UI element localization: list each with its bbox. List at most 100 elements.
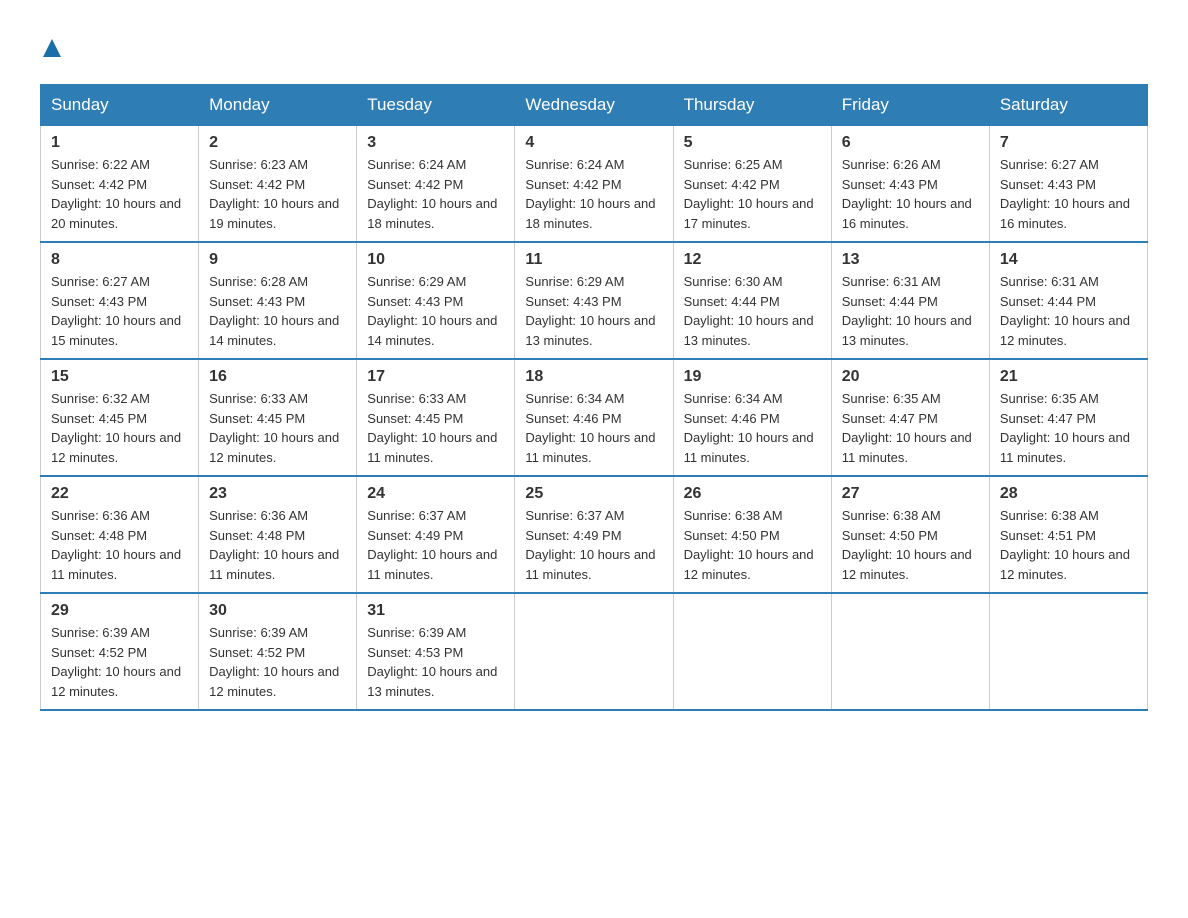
day-number: 10	[367, 251, 504, 269]
day-number: 7	[1000, 134, 1137, 152]
weekday-header-saturday: Saturday	[989, 85, 1147, 126]
day-number: 22	[51, 485, 188, 503]
calendar-week-row: 29 Sunrise: 6:39 AMSunset: 4:52 PMDayligh…	[41, 593, 1148, 710]
day-info: Sunrise: 6:37 AMSunset: 4:49 PMDaylight:…	[367, 506, 504, 584]
day-info: Sunrise: 6:36 AMSunset: 4:48 PMDaylight:…	[209, 506, 346, 584]
calendar-cell: 15 Sunrise: 6:32 AMSunset: 4:45 PMDayligh…	[41, 359, 199, 476]
day-number: 3	[367, 134, 504, 152]
day-number: 19	[684, 368, 821, 386]
day-number: 31	[367, 602, 504, 620]
day-number: 1	[51, 134, 188, 152]
day-number: 17	[367, 368, 504, 386]
day-number: 16	[209, 368, 346, 386]
day-number: 9	[209, 251, 346, 269]
calendar-cell: 20 Sunrise: 6:35 AMSunset: 4:47 PMDayligh…	[831, 359, 989, 476]
day-number: 25	[525, 485, 662, 503]
weekday-header-sunday: Sunday	[41, 85, 199, 126]
day-number: 20	[842, 368, 979, 386]
calendar-cell: 25Sunrise: 6:37 AMSunset: 4:49 PMDayligh…	[515, 476, 673, 593]
calendar-cell: 11 Sunrise: 6:29 AMSunset: 4:43 PMDayligh…	[515, 242, 673, 359]
weekday-header-friday: Friday	[831, 85, 989, 126]
day-info: Sunrise: 6:33 AMSunset: 4:45 PMDaylight:…	[367, 389, 504, 467]
day-number: 11	[525, 251, 662, 269]
calendar-cell: 3 Sunrise: 6:24 AMSunset: 4:42 PMDaylight…	[357, 126, 515, 243]
day-info: Sunrise: 6:34 AMSunset: 4:46 PMDaylight:…	[525, 389, 662, 467]
day-number: 29	[51, 602, 188, 620]
day-info: Sunrise: 6:39 AMSunset: 4:52 PMDaylight:…	[209, 623, 346, 701]
calendar-table: SundayMondayTuesdayWednesdayThursdayFrid…	[40, 84, 1148, 711]
calendar-week-row: 8Sunrise: 6:27 AMSunset: 4:43 PMDaylight…	[41, 242, 1148, 359]
calendar-week-row: 15 Sunrise: 6:32 AMSunset: 4:45 PMDayligh…	[41, 359, 1148, 476]
day-info: Sunrise: 6:39 AMSunset: 4:52 PMDaylight:…	[51, 623, 188, 701]
calendar-cell: 29 Sunrise: 6:39 AMSunset: 4:52 PMDayligh…	[41, 593, 199, 710]
weekday-header-monday: Monday	[199, 85, 357, 126]
calendar-cell: 16 Sunrise: 6:33 AMSunset: 4:45 PMDayligh…	[199, 359, 357, 476]
logo-triangle-icon	[41, 30, 63, 62]
day-number: 6	[842, 134, 979, 152]
calendar-cell: 24 Sunrise: 6:37 AMSunset: 4:49 PMDayligh…	[357, 476, 515, 593]
calendar-cell: 9 Sunrise: 6:28 AMSunset: 4:43 PMDaylight…	[199, 242, 357, 359]
day-info: Sunrise: 6:39 AMSunset: 4:53 PMDaylight:…	[367, 623, 504, 701]
calendar-cell: 7 Sunrise: 6:27 AMSunset: 4:43 PMDaylight…	[989, 126, 1147, 243]
day-info: Sunrise: 6:22 AMSunset: 4:42 PMDaylight:…	[51, 155, 188, 233]
calendar-cell: 6Sunrise: 6:26 AMSunset: 4:43 PMDaylight…	[831, 126, 989, 243]
day-number: 15	[51, 368, 188, 386]
calendar-cell: 14 Sunrise: 6:31 AMSunset: 4:44 PMDayligh…	[989, 242, 1147, 359]
calendar-header-row: SundayMondayTuesdayWednesdayThursdayFrid…	[41, 85, 1148, 126]
weekday-header-tuesday: Tuesday	[357, 85, 515, 126]
calendar-cell: 28 Sunrise: 6:38 AMSunset: 4:51 PMDayligh…	[989, 476, 1147, 593]
day-info: Sunrise: 6:31 AMSunset: 4:44 PMDaylight:…	[1000, 272, 1137, 350]
day-number: 18	[525, 368, 662, 386]
calendar-body: 1 Sunrise: 6:22 AMSunset: 4:42 PMDaylight…	[41, 126, 1148, 711]
calendar-cell	[989, 593, 1147, 710]
page-header	[40, 30, 1148, 64]
day-info: Sunrise: 6:27 AMSunset: 4:43 PMDaylight:…	[51, 272, 188, 350]
day-number: 28	[1000, 485, 1137, 503]
day-info: Sunrise: 6:38 AMSunset: 4:50 PMDaylight:…	[684, 506, 821, 584]
day-info: Sunrise: 6:24 AMSunset: 4:42 PMDaylight:…	[525, 155, 662, 233]
calendar-cell: 31 Sunrise: 6:39 AMSunset: 4:53 PMDayligh…	[357, 593, 515, 710]
day-info: Sunrise: 6:27 AMSunset: 4:43 PMDaylight:…	[1000, 155, 1137, 233]
calendar-cell: 30 Sunrise: 6:39 AMSunset: 4:52 PMDayligh…	[199, 593, 357, 710]
calendar-cell: 23 Sunrise: 6:36 AMSunset: 4:48 PMDayligh…	[199, 476, 357, 593]
day-number: 30	[209, 602, 346, 620]
day-info: Sunrise: 6:24 AMSunset: 4:42 PMDaylight:…	[367, 155, 504, 233]
day-info: Sunrise: 6:29 AMSunset: 4:43 PMDaylight:…	[367, 272, 504, 350]
day-info: Sunrise: 6:25 AMSunset: 4:42 PMDaylight:…	[684, 155, 821, 233]
day-info: Sunrise: 6:28 AMSunset: 4:43 PMDaylight:…	[209, 272, 346, 350]
calendar-week-row: 1 Sunrise: 6:22 AMSunset: 4:42 PMDaylight…	[41, 126, 1148, 243]
calendar-cell: 26 Sunrise: 6:38 AMSunset: 4:50 PMDayligh…	[673, 476, 831, 593]
calendar-cell	[673, 593, 831, 710]
day-number: 2	[209, 134, 346, 152]
day-info: Sunrise: 6:35 AMSunset: 4:47 PMDaylight:…	[842, 389, 979, 467]
calendar-cell: 8Sunrise: 6:27 AMSunset: 4:43 PMDaylight…	[41, 242, 199, 359]
day-info: Sunrise: 6:33 AMSunset: 4:45 PMDaylight:…	[209, 389, 346, 467]
day-info: Sunrise: 6:31 AMSunset: 4:44 PMDaylight:…	[842, 272, 979, 350]
calendar-cell: 18 Sunrise: 6:34 AMSunset: 4:46 PMDayligh…	[515, 359, 673, 476]
day-info: Sunrise: 6:32 AMSunset: 4:45 PMDaylight:…	[51, 389, 188, 467]
calendar-cell: 13 Sunrise: 6:31 AMSunset: 4:44 PMDayligh…	[831, 242, 989, 359]
day-info: Sunrise: 6:35 AMSunset: 4:47 PMDaylight:…	[1000, 389, 1137, 467]
day-number: 24	[367, 485, 504, 503]
day-number: 23	[209, 485, 346, 503]
day-number: 26	[684, 485, 821, 503]
day-number: 13	[842, 251, 979, 269]
day-number: 14	[1000, 251, 1137, 269]
calendar-cell: 2 Sunrise: 6:23 AMSunset: 4:42 PMDaylight…	[199, 126, 357, 243]
day-info: Sunrise: 6:29 AMSunset: 4:43 PMDaylight:…	[525, 272, 662, 350]
calendar-cell: 22 Sunrise: 6:36 AMSunset: 4:48 PMDayligh…	[41, 476, 199, 593]
logo	[40, 30, 64, 64]
day-info: Sunrise: 6:34 AMSunset: 4:46 PMDaylight:…	[684, 389, 821, 467]
day-number: 5	[684, 134, 821, 152]
weekday-header-thursday: Thursday	[673, 85, 831, 126]
day-number: 12	[684, 251, 821, 269]
calendar-cell: 21Sunrise: 6:35 AMSunset: 4:47 PMDayligh…	[989, 359, 1147, 476]
calendar-cell	[831, 593, 989, 710]
day-info: Sunrise: 6:38 AMSunset: 4:51 PMDaylight:…	[1000, 506, 1137, 584]
calendar-cell	[515, 593, 673, 710]
calendar-cell: 4Sunrise: 6:24 AMSunset: 4:42 PMDaylight…	[515, 126, 673, 243]
day-info: Sunrise: 6:23 AMSunset: 4:42 PMDaylight:…	[209, 155, 346, 233]
day-info: Sunrise: 6:36 AMSunset: 4:48 PMDaylight:…	[51, 506, 188, 584]
calendar-cell: 17 Sunrise: 6:33 AMSunset: 4:45 PMDayligh…	[357, 359, 515, 476]
weekday-header-wednesday: Wednesday	[515, 85, 673, 126]
